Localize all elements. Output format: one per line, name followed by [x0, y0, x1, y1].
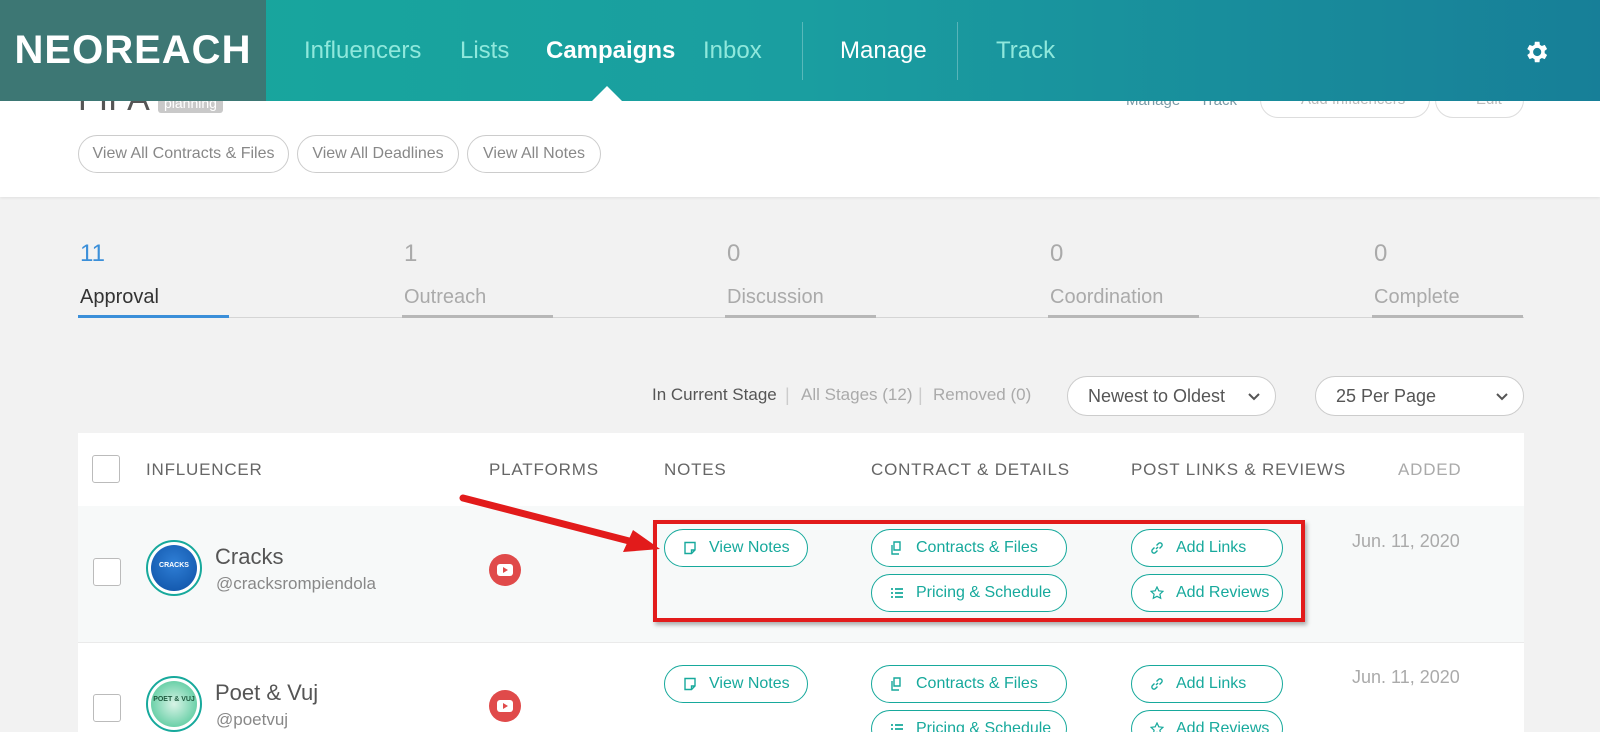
files-icon	[891, 677, 901, 691]
nav-influencers[interactable]: Influencers	[304, 0, 421, 101]
view-all-deadlines-button[interactable]: View All Deadlines	[297, 135, 459, 173]
gear-icon[interactable]	[1522, 38, 1550, 66]
contracts-files-button[interactable]: Contracts & Files	[871, 665, 1067, 703]
logo[interactable]: NEOREACH	[0, 0, 266, 101]
nav-lists[interactable]: Lists	[460, 0, 509, 101]
avatar-text: POET & VUJ	[153, 696, 195, 703]
contracts-files-label: Contracts & Files	[916, 539, 1038, 556]
stage-coordination-count[interactable]: 0	[1050, 240, 1063, 268]
link-icon	[1151, 542, 1163, 554]
column-header-post-links: POST LINKS & REVIEWS	[1131, 460, 1347, 479]
list-icon	[891, 724, 903, 730]
link-icon	[1151, 678, 1163, 690]
add-reviews-label: Add Reviews	[1176, 720, 1270, 732]
stage-discussion-count[interactable]: 0	[727, 240, 740, 268]
influencer-handle: @cracksrompiendola	[216, 574, 376, 593]
column-header-added[interactable]: ADDED	[1398, 460, 1462, 480]
contracts-files-label: Contracts & Files	[916, 675, 1038, 692]
filter-separator: |	[785, 385, 790, 405]
row-checkbox[interactable]	[93, 694, 121, 722]
stage-outreach-count[interactable]: 1	[404, 240, 417, 268]
top-nav: NEOREACH Influencers Lists Campaigns Inb…	[0, 0, 1600, 101]
stage-outreach-bar	[402, 315, 553, 318]
view-notes-label: View Notes	[709, 675, 790, 692]
influencer-name[interactable]: Poet & Vuj	[215, 680, 318, 706]
per-page-select[interactable]: 25 Per Page	[1315, 376, 1524, 416]
sort-select[interactable]: Newest to Oldest	[1067, 376, 1276, 416]
column-header-contract: CONTRACT & DETAILS	[871, 460, 1070, 479]
youtube-icon	[489, 554, 521, 586]
nav-inbox[interactable]: Inbox	[703, 0, 762, 101]
pricing-schedule-label: Pricing & Schedule	[916, 720, 1052, 732]
add-reviews-button[interactable]: Add Reviews	[1131, 710, 1283, 732]
nav-track[interactable]: Track	[996, 0, 1055, 101]
tab-discussion[interactable]: Discussion	[727, 286, 824, 309]
tab-coordination[interactable]: Coordination	[1050, 286, 1163, 309]
tab-complete[interactable]: Complete	[1374, 286, 1460, 309]
view-all-notes-button[interactable]: View All Notes	[467, 135, 601, 173]
row-divider	[78, 642, 1524, 643]
note-icon	[684, 541, 696, 555]
nav-divider	[802, 22, 803, 80]
logo-text: NEOREACH	[14, 28, 252, 72]
added-date: Jun. 11, 2020	[1352, 667, 1460, 687]
files-icon	[891, 541, 901, 555]
add-links-button[interactable]: Add Links	[1131, 665, 1283, 703]
add-links-label: Add Links	[1176, 675, 1247, 692]
stage-approval-count[interactable]: 11	[80, 240, 105, 268]
view-notes-label: View Notes	[709, 539, 790, 556]
view-all-contracts-button[interactable]: View All Contracts & Files	[78, 135, 289, 173]
filter-in-current-stage[interactable]: In Current Stage	[652, 385, 777, 405]
avatar[interactable]: CRACKS	[146, 540, 202, 596]
filter-removed[interactable]: Removed (0)	[933, 385, 1031, 405]
nav-manage[interactable]: Manage	[840, 0, 927, 101]
add-links-button[interactable]: Add Links	[1131, 529, 1283, 567]
stage-complete-bar	[1372, 315, 1523, 318]
add-links-label: Add Links	[1176, 539, 1247, 556]
stage-discussion-bar	[725, 315, 876, 318]
view-notes-button[interactable]: View Notes	[664, 665, 808, 703]
active-nav-caret	[592, 86, 622, 101]
star-icon	[1150, 586, 1164, 600]
youtube-icon	[489, 690, 521, 722]
stage-approval-bar	[78, 315, 229, 318]
filter-all-stages[interactable]: All Stages (12)	[801, 385, 913, 405]
select-all-checkbox[interactable]	[92, 455, 120, 483]
added-date: Jun. 11, 2020	[1352, 531, 1460, 551]
tab-outreach[interactable]: Outreach	[404, 286, 486, 309]
column-header-influencer[interactable]: INFLUENCER	[146, 460, 263, 480]
column-header-notes: NOTES	[664, 460, 727, 479]
column-header-platforms: PLATFORMS	[489, 460, 599, 479]
row-checkbox[interactable]	[93, 558, 121, 586]
chevron-down-icon	[1496, 393, 1508, 401]
stage-complete-count[interactable]: 0	[1374, 240, 1387, 268]
chevron-down-icon	[1248, 393, 1260, 401]
sort-select-value: Newest to Oldest	[1088, 386, 1226, 406]
view-notes-button[interactable]: View Notes	[664, 529, 808, 567]
influencer-handle: @poetvuj	[216, 710, 289, 729]
contracts-files-button[interactable]: Contracts & Files	[871, 529, 1067, 567]
star-icon	[1150, 722, 1164, 732]
add-reviews-label: Add Reviews	[1176, 584, 1270, 601]
nav-divider	[957, 22, 958, 80]
avatar[interactable]: POET & VUJ	[146, 676, 202, 732]
influencer-name[interactable]: Cracks	[215, 544, 283, 570]
filter-separator: |	[918, 385, 923, 405]
tab-approval[interactable]: Approval	[80, 286, 159, 309]
add-reviews-button[interactable]: Add Reviews	[1131, 574, 1283, 612]
stage-coordination-bar	[1048, 315, 1199, 318]
pricing-schedule-label: Pricing & Schedule	[916, 584, 1052, 601]
avatar-text: CRACKS	[159, 562, 189, 569]
note-icon	[684, 677, 696, 691]
pricing-schedule-button[interactable]: Pricing & Schedule	[871, 710, 1067, 732]
pricing-schedule-button[interactable]: Pricing & Schedule	[871, 574, 1067, 612]
per-page-select-value: 25 Per Page	[1336, 386, 1437, 406]
list-icon	[891, 588, 903, 598]
